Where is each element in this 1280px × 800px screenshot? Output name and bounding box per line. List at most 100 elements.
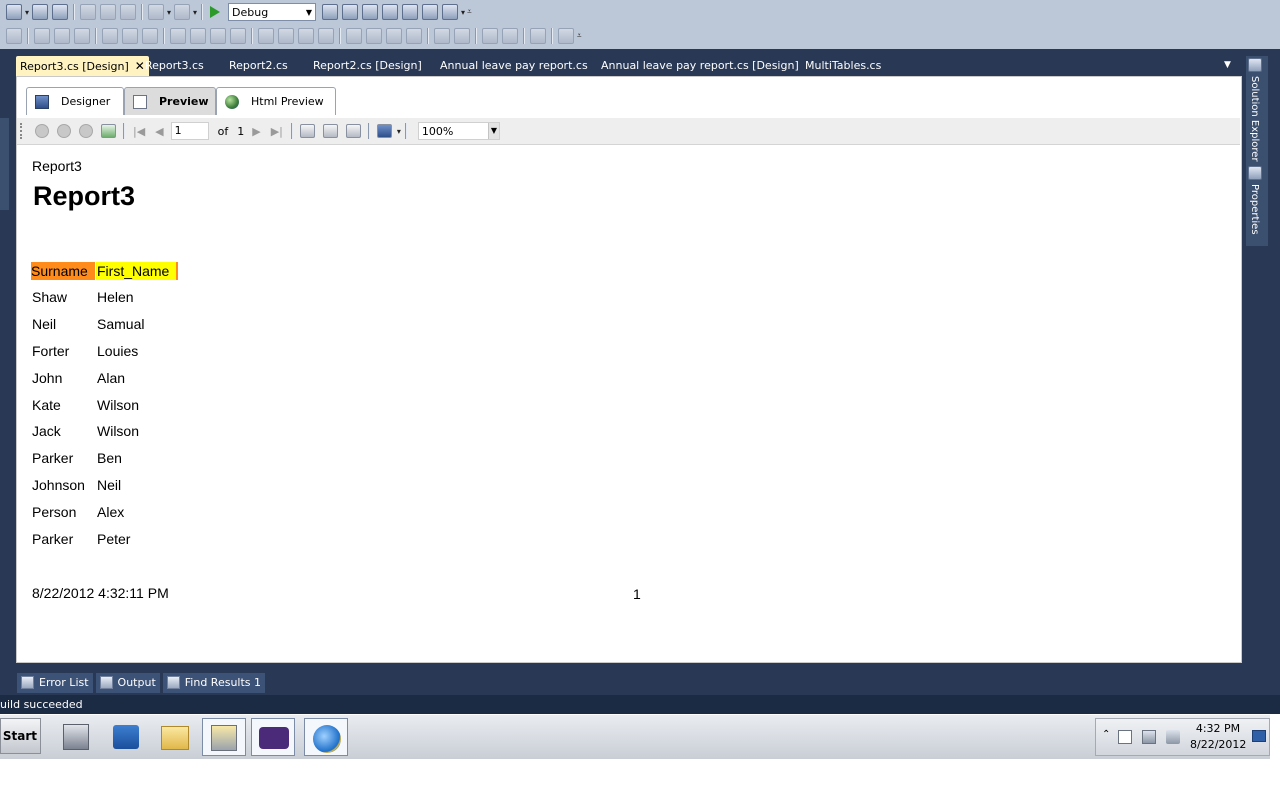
show-desktop-icon[interactable]	[1252, 730, 1266, 742]
redo-icon[interactable]	[174, 4, 191, 20]
center-horizontally-icon[interactable]	[434, 28, 450, 44]
properties-window-icon[interactable]	[362, 4, 379, 20]
solution-explorer-icon[interactable]	[342, 4, 359, 20]
solution-explorer-icon[interactable]	[1248, 58, 1262, 72]
start-debugging-icon[interactable]	[210, 6, 221, 18]
toolbar-grip[interactable]	[20, 123, 25, 139]
align-centers-icon[interactable]	[54, 28, 70, 44]
lock-controls-icon[interactable]	[558, 28, 574, 44]
left-toolbox-strip[interactable]	[0, 118, 9, 210]
paste-icon[interactable]	[120, 4, 137, 20]
export-icon[interactable]	[376, 124, 392, 138]
solution-configuration-select[interactable]: Debug ▼	[228, 3, 317, 21]
tab-preview[interactable]: Preview	[124, 87, 216, 115]
first-name-cell: Neil	[97, 477, 122, 493]
solution-explorer-tab[interactable]: Solution Explorer	[1249, 76, 1260, 162]
document-map-icon[interactable]	[299, 124, 315, 138]
undo-icon[interactable]	[148, 4, 165, 20]
tab-find-results[interactable]: Find Results 1	[162, 673, 266, 693]
doc-tab-annual-leave-cs[interactable]: Annual leave pay report.cs	[440, 56, 588, 76]
chevron-down-icon[interactable]: ▾	[193, 8, 197, 17]
align-to-grid-icon[interactable]	[6, 28, 22, 44]
taskbar-powershell[interactable]	[104, 718, 148, 756]
print-icon[interactable]	[345, 124, 361, 138]
object-browser-icon[interactable]	[422, 4, 439, 20]
tab-designer[interactable]: Designer	[26, 87, 124, 115]
doc-tab-report3-cs[interactable]: Report3.cs	[145, 56, 204, 76]
new-project-icon[interactable]	[6, 4, 22, 20]
network-icon[interactable]	[1142, 730, 1156, 744]
back-icon[interactable]	[35, 124, 49, 138]
next-page-icon[interactable]: ▶	[252, 125, 260, 138]
refresh-icon[interactable]	[101, 124, 116, 138]
save-icon[interactable]	[32, 4, 49, 20]
horizontal-spacing-increase-icon[interactable]	[278, 28, 294, 44]
doc-tab-report2-design[interactable]: Report2.cs [Design]	[313, 56, 422, 76]
last-page-icon[interactable]: ▶|	[271, 125, 283, 138]
make-same-height-icon[interactable]	[190, 28, 206, 44]
make-same-width-icon[interactable]	[170, 28, 186, 44]
horizontal-spacing-equal-icon[interactable]	[258, 28, 274, 44]
align-lefts-icon[interactable]	[34, 28, 50, 44]
stop-icon[interactable]	[79, 124, 93, 138]
previous-page-icon[interactable]: ◀	[155, 125, 163, 138]
send-to-back-icon[interactable]	[502, 28, 518, 44]
tab-order-icon[interactable]	[530, 28, 546, 44]
doc-tab-report2-cs[interactable]: Report2.cs	[229, 56, 288, 76]
save-all-icon[interactable]	[52, 4, 69, 20]
action-center-icon[interactable]	[1118, 730, 1132, 744]
vertical-spacing-increase-icon[interactable]	[366, 28, 382, 44]
command-window-icon[interactable]	[442, 4, 459, 20]
bring-to-front-icon[interactable]	[482, 28, 498, 44]
taskbar-visual-studio[interactable]	[251, 718, 295, 756]
align-middles-icon[interactable]	[122, 28, 138, 44]
doc-tab-annual-leave-design[interactable]: Annual leave pay report.cs [Design]	[601, 56, 799, 76]
internet-explorer-icon	[313, 725, 341, 753]
taskbar-clock[interactable]: 4:32 PM 8/22/2012	[1190, 721, 1246, 753]
vertical-spacing-equal-icon[interactable]	[346, 28, 362, 44]
tab-output[interactable]: Output	[95, 673, 160, 693]
center-vertically-icon[interactable]	[454, 28, 470, 44]
chevron-down-icon[interactable]: ▾	[25, 8, 29, 17]
taskbar-explorer[interactable]	[153, 718, 197, 756]
align-tops-icon[interactable]	[102, 28, 118, 44]
first-page-icon[interactable]: |◀	[133, 125, 145, 138]
taskbar-server-manager[interactable]	[55, 718, 99, 756]
properties-icon[interactable]	[1248, 166, 1262, 180]
volume-muted-icon[interactable]	[1166, 730, 1180, 744]
tab-html-preview[interactable]: Html Preview	[216, 87, 336, 115]
horizontal-spacing-remove-icon[interactable]	[318, 28, 334, 44]
copy-icon[interactable]	[100, 4, 117, 20]
chevron-down-icon[interactable]: ▾	[167, 8, 171, 17]
properties-tab[interactable]: Properties	[1249, 184, 1260, 235]
cut-icon[interactable]	[80, 4, 97, 20]
start-button[interactable]: Start	[0, 718, 41, 754]
taskbar-internet-explorer[interactable]	[304, 718, 348, 756]
doc-tab-report3-design[interactable]: Report3.cs [Design] ✕	[16, 56, 149, 76]
vertical-spacing-remove-icon[interactable]	[406, 28, 422, 44]
current-page-input[interactable]: 1	[170, 122, 209, 140]
tab-overflow-icon[interactable]: ▼	[1224, 60, 1231, 70]
horizontal-spacing-decrease-icon[interactable]	[298, 28, 314, 44]
taskbar-sql-tools[interactable]	[202, 718, 246, 756]
align-rights-icon[interactable]	[74, 28, 90, 44]
show-hidden-icons-icon[interactable]: ⌃	[1102, 729, 1110, 740]
forward-icon[interactable]	[57, 124, 71, 138]
close-icon[interactable]: ✕	[135, 59, 145, 73]
find-in-files-icon[interactable]	[322, 4, 339, 20]
find-icon[interactable]	[322, 124, 338, 138]
chevron-down-icon[interactable]: ▾	[461, 8, 465, 17]
start-page-icon[interactable]	[402, 4, 419, 20]
make-same-size-icon[interactable]	[210, 28, 226, 44]
toolbar-overflow-icon[interactable]: ⩡	[467, 7, 472, 17]
zoom-select[interactable]: 100% ▼	[417, 122, 500, 140]
toolbar-overflow-icon[interactable]: ⩡	[577, 31, 582, 41]
toolbox-icon[interactable]	[382, 4, 399, 20]
vertical-spacing-decrease-icon[interactable]	[386, 28, 402, 44]
configuration-value: Debug	[232, 5, 269, 19]
size-to-grid-icon[interactable]	[230, 28, 246, 44]
chevron-down-icon[interactable]: ▾	[397, 127, 401, 136]
align-bottoms-icon[interactable]	[142, 28, 158, 44]
tab-error-list[interactable]: Error List	[17, 673, 93, 693]
doc-tab-multitables-cs[interactable]: MultiTables.cs	[805, 56, 881, 76]
